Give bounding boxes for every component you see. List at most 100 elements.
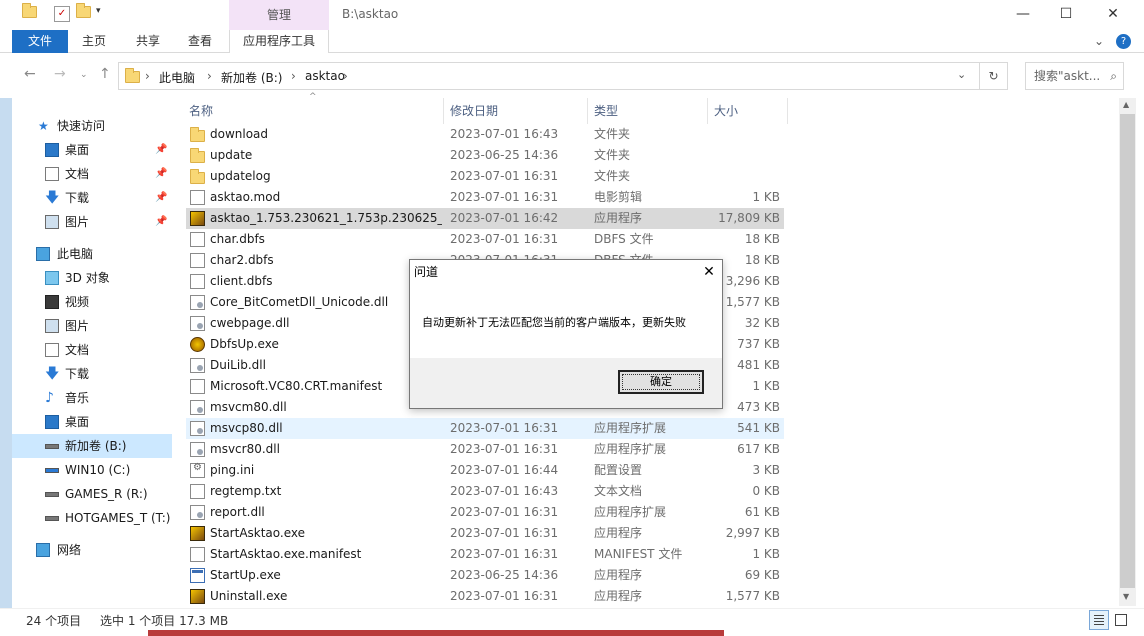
nav-music[interactable]: ♪ 音乐 xyxy=(12,386,172,410)
file-row[interactable]: ping.ini 2023-07-01 16:44 配置设置 3 KB xyxy=(186,460,784,481)
nav-documents[interactable]: 文档 📌 xyxy=(12,162,172,186)
recent-chevron-icon[interactable]: ⌄ xyxy=(80,70,88,80)
column-name[interactable]: 名称 xyxy=(189,98,213,124)
message-dialog: 问道 ✕ 自动更新补丁无法匹配您当前的客户端版本，更新失败 确定 xyxy=(409,259,723,409)
up-arrow-icon[interactable]: ↑ xyxy=(99,66,111,82)
app-icon xyxy=(190,589,205,604)
chevron-down-icon[interactable]: ⌄ xyxy=(1092,30,1106,53)
column-divider[interactable] xyxy=(443,98,444,124)
nav-drive-r[interactable]: GAMES_R (R:) xyxy=(12,482,172,506)
navigation-pane: ★ 快速访问 桌面 📌 文档 📌 🡇 下载 📌 图片 📌 此电脑 3D 对象 视… xyxy=(12,98,172,608)
tab-home[interactable]: 主页 xyxy=(72,30,116,53)
file-row[interactable]: char.dbfs 2023-07-01 16:31 DBFS 文件 18 KB xyxy=(186,229,784,250)
file-row[interactable]: msvcr80.dll 2023-07-01 16:31 应用程序扩展 617 KB xyxy=(186,439,784,460)
file-size: 1 KB xyxy=(752,547,780,561)
chevron-right-icon[interactable]: › xyxy=(291,69,296,83)
file-row[interactable]: StartUp.exe 2023-06-25 14:36 应用程序 69 KB xyxy=(186,565,784,586)
nav-desktop[interactable]: 桌面 📌 xyxy=(12,138,172,162)
column-divider[interactable] xyxy=(787,98,788,124)
breadcrumb-drive[interactable]: 新加卷 (B:) xyxy=(221,69,282,86)
ok-button[interactable]: 确定 xyxy=(618,370,704,394)
file-row[interactable]: asktao_1.753.230621_1.753p.230625_... 202… xyxy=(186,208,784,229)
dialog-close-icon[interactable]: ✕ xyxy=(698,262,720,282)
forward-arrow-icon[interactable]: → xyxy=(54,66,66,82)
file-date: 2023-07-01 16:42 xyxy=(450,211,559,225)
file-row[interactable]: Uninstall.exe 2023-07-01 16:31 应用程序 1,577 K… xyxy=(186,586,784,607)
video-icon xyxy=(45,295,59,309)
file-row[interactable]: report.dll 2023-07-01 16:31 应用程序扩展 61 KB xyxy=(186,502,784,523)
nav-downloads[interactable]: 🡇 下载 📌 xyxy=(12,186,172,210)
customize-toolbar-icon[interactable]: ▾ xyxy=(96,6,112,22)
manage-tab[interactable]: 管理 xyxy=(229,0,329,30)
column-divider[interactable] xyxy=(707,98,708,124)
download-arrow-icon: 🡇 xyxy=(45,366,60,382)
file-icon xyxy=(190,379,205,394)
file-row[interactable]: StartAsktao.exe 2023-07-01 16:31 应用程序 2,997… xyxy=(186,523,784,544)
nav-this-pc[interactable]: 此电脑 xyxy=(12,242,172,266)
back-arrow-icon[interactable]: ← xyxy=(24,66,36,82)
search-icon[interactable]: ⌕ xyxy=(1110,63,1117,89)
chevron-right-icon[interactable]: › xyxy=(207,69,212,83)
properties-icon[interactable]: ✓ xyxy=(54,6,70,22)
nav-pc-documents[interactable]: 文档 xyxy=(12,338,172,362)
nav-pictures[interactable]: 图片 📌 xyxy=(12,210,172,234)
folder-icon xyxy=(190,148,205,163)
maximize-button[interactable]: ☐ xyxy=(1043,0,1089,28)
nav-drive-t[interactable]: HOTGAMES_T (T:) xyxy=(12,506,172,530)
refresh-icon[interactable]: ↻ xyxy=(980,62,1008,90)
file-name: DbfsUp.exe xyxy=(210,337,279,351)
file-row[interactable]: update 2023-06-25 14:36 文件夹 xyxy=(186,145,784,166)
file-type: 配置设置 xyxy=(594,463,643,477)
close-button[interactable]: ✕ xyxy=(1090,0,1136,28)
file-icon xyxy=(190,253,205,268)
file-row[interactable]: msvcp80.dll 2023-07-01 16:31 应用程序扩展 541 KB xyxy=(186,418,784,439)
minimize-button[interactable]: — xyxy=(1000,0,1046,28)
scroll-down-icon[interactable]: ▼ xyxy=(1123,592,1129,601)
column-date[interactable]: 修改日期 xyxy=(450,98,498,124)
tab-view[interactable]: 查看 xyxy=(178,30,222,53)
nav-pc-desktop[interactable]: 桌面 xyxy=(12,410,172,434)
tab-file[interactable]: 文件 xyxy=(12,30,68,53)
file-row[interactable]: regtemp.txt 2023-07-01 16:43 文本文档 0 KB xyxy=(186,481,784,502)
folder-icon[interactable] xyxy=(22,3,38,22)
file-row[interactable]: StartAsktao.exe.manifest 2023-07-01 16:31… xyxy=(186,544,784,565)
nav-drive-c[interactable]: WIN10 (C:) xyxy=(12,458,172,482)
file-type: 应用程序 xyxy=(594,211,643,225)
chevron-right-icon[interactable]: › xyxy=(145,69,150,83)
chevron-down-icon[interactable]: ⌄ xyxy=(957,68,966,81)
nav-3d-objects[interactable]: 3D 对象 xyxy=(12,266,172,290)
file-row[interactable]: download 2023-07-01 16:43 文件夹 xyxy=(186,124,784,145)
nav-pc-pictures[interactable]: 图片 xyxy=(12,314,172,338)
tab-app-tools[interactable]: 应用程序工具 xyxy=(229,30,329,53)
pin-icon[interactable]: 📌 xyxy=(155,162,167,186)
column-divider[interactable] xyxy=(587,98,588,124)
search-input[interactable]: 搜索"askt... ⌕ xyxy=(1025,62,1124,90)
nav-pc-downloads[interactable]: 🡇 下载 xyxy=(12,362,172,386)
nav-network[interactable]: 网络 xyxy=(12,538,172,562)
breadcrumb-this-pc[interactable]: 此电脑 xyxy=(159,69,195,86)
file-row[interactable]: updatelog 2023-07-01 16:31 文件夹 xyxy=(186,166,784,187)
pin-icon[interactable]: 📌 xyxy=(155,186,167,210)
breadcrumb-asktao[interactable]: asktao xyxy=(305,69,345,83)
chevron-right-icon[interactable]: › xyxy=(343,69,348,83)
new-folder-icon[interactable] xyxy=(76,3,92,22)
file-name: Uninstall.exe xyxy=(210,589,288,603)
nav-drive-b[interactable]: 新加卷 (B:) xyxy=(12,434,172,458)
scroll-up-icon[interactable]: ▲ xyxy=(1123,100,1129,109)
dialog-message: 自动更新补丁无法匹配您当前的客户端版本，更新失败 xyxy=(422,316,686,329)
file-name: msvcr80.dll xyxy=(210,442,280,456)
pin-icon[interactable]: 📌 xyxy=(155,210,167,234)
large-icons-view-icon[interactable] xyxy=(1111,610,1131,630)
address-bar[interactable]: › 此电脑 › 新加卷 (B:) › asktao › ⌄ xyxy=(118,62,980,90)
tab-share[interactable]: 共享 xyxy=(126,30,170,53)
details-view-icon[interactable] xyxy=(1089,610,1109,630)
nav-quick-access[interactable]: ★ 快速访问 xyxy=(12,114,172,138)
file-size: 1 KB xyxy=(752,190,780,204)
column-type[interactable]: 类型 xyxy=(594,98,618,124)
scrollbar-thumb[interactable] xyxy=(1120,114,1135,588)
file-row[interactable]: asktao.mod 2023-07-01 16:31 电影剪辑 1 KB xyxy=(186,187,784,208)
column-size[interactable]: 大小 xyxy=(714,98,738,124)
pin-icon[interactable]: 📌 xyxy=(155,138,167,162)
nav-videos[interactable]: 视频 xyxy=(12,290,172,314)
help-icon[interactable]: ? xyxy=(1116,34,1131,49)
